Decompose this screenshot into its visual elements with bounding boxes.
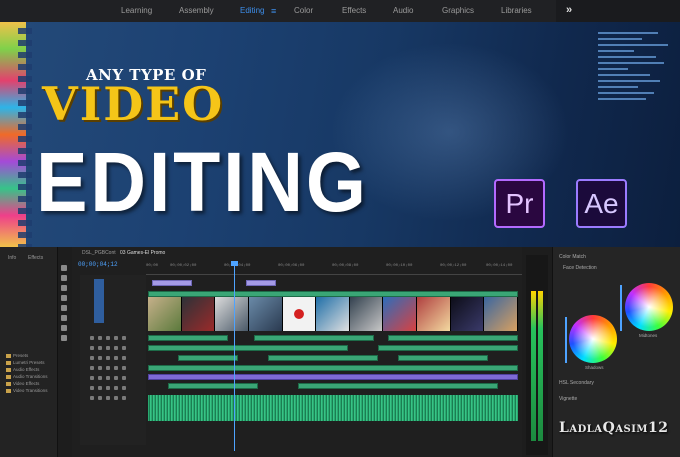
folder-video-effects[interactable]: Video Effects (6, 381, 39, 386)
track-header-a5 (80, 375, 146, 381)
title-clip[interactable] (152, 280, 192, 286)
workspace-bar: Learning Assembly Editing ≡ Color Effect… (0, 0, 680, 22)
track-header-a7 (80, 395, 146, 401)
timecode-display[interactable]: 00;00;04;12 (78, 261, 118, 268)
tab-color[interactable]: Color (294, 0, 313, 22)
audio-clip[interactable] (268, 355, 378, 361)
midtones-label: Midtones (639, 333, 658, 338)
tab-info[interactable]: Info (8, 255, 16, 261)
tab-effects[interactable]: Effects (342, 0, 366, 22)
tab-audio[interactable]: Audio (393, 0, 413, 22)
tab-libraries[interactable]: Libraries (501, 0, 532, 22)
title-clip[interactable] (246, 280, 276, 286)
audio-meter (526, 255, 548, 455)
tab-editing[interactable]: Editing (240, 0, 264, 22)
slip-tool-icon[interactable] (61, 305, 67, 311)
audio-waveform[interactable] (148, 395, 518, 421)
midtones-color-wheel[interactable] (625, 283, 673, 331)
premiere-pro-logo: Pr (494, 179, 545, 228)
tab-effects-panel[interactable]: Effects (28, 255, 43, 261)
folder-audio-transitions[interactable]: Audio Transitions (6, 374, 48, 379)
audio-clip-music[interactable] (148, 374, 518, 380)
shadows-label: Shadows (585, 365, 604, 370)
folder-audio-effects[interactable]: Audio Effects (6, 367, 39, 372)
track-target-v1[interactable] (94, 279, 104, 323)
folder-lumetri-presets[interactable]: Lumetri Presets (6, 360, 45, 365)
folder-presets[interactable]: Presets (6, 353, 28, 358)
audio-clip[interactable] (148, 345, 348, 351)
sequence-tab-2[interactable]: 03 Games-El Promo (120, 250, 165, 256)
selection-tool-icon[interactable] (61, 265, 67, 271)
hsl-secondary-section[interactable]: HSL Secondary (559, 380, 594, 386)
tab-graphics[interactable]: Graphics (442, 0, 474, 22)
audio-clip[interactable] (148, 335, 228, 341)
track-select-tool-icon[interactable] (61, 275, 67, 281)
promo-banner: Any Type of Video EDITING Pr Ae (0, 22, 680, 247)
ruler-tick: 00;00;06;00 (278, 264, 305, 268)
audio-clip[interactable] (168, 383, 258, 389)
effects-panel: Info Effects Presets Lumetri Presets Aud… (0, 247, 58, 457)
shadows-slider[interactable] (565, 317, 567, 363)
double-chevron-right-icon: » (566, 4, 573, 16)
timeline-panel: DSL_PGBCont 03 Games-El Promo 00;00;04;1… (72, 247, 522, 457)
watermark: LadlaQasim12 (559, 420, 669, 436)
ruler-tick: 00;00;02;00 (170, 264, 197, 268)
type-tool-icon[interactable] (61, 335, 67, 341)
track-area[interactable] (148, 275, 518, 445)
code-overlay-decoration (598, 28, 678, 158)
ruler-tick: 00;00 (146, 264, 159, 268)
audio-clip[interactable] (398, 355, 488, 361)
time-ruler[interactable]: 00;00 00;00;02;00 00;00;04;00 00;00;06;0… (146, 263, 522, 275)
audio-clip[interactable] (254, 335, 374, 341)
ruler-tick: 00;00;12;00 (440, 264, 467, 268)
playhead[interactable] (231, 261, 238, 451)
folder-video-transitions[interactable]: Video Transitions (6, 388, 47, 393)
ruler-tick: 00;00;08;00 (332, 264, 359, 268)
ripple-edit-tool-icon[interactable] (61, 285, 67, 291)
pen-tool-icon[interactable] (61, 315, 67, 321)
midtones-slider[interactable] (620, 285, 622, 331)
banner-title-editing: EDITING (36, 135, 369, 229)
track-headers (80, 275, 146, 445)
track-header-a1 (80, 335, 146, 341)
track-header-a2 (80, 345, 146, 351)
vignette-section[interactable]: Vignette (559, 396, 577, 402)
track-header-a3 (80, 355, 146, 361)
audio-clip[interactable] (378, 345, 518, 351)
after-effects-logo: Ae (576, 179, 627, 228)
shadows-color-wheel[interactable] (569, 315, 617, 363)
audio-clip[interactable] (388, 335, 518, 341)
more-workspaces-button[interactable]: » (556, 0, 680, 22)
color-match-heading[interactable]: Color Match (559, 254, 586, 260)
video-clip-thumbnails[interactable] (148, 297, 518, 331)
tab-learning[interactable]: Learning (121, 0, 152, 22)
tab-assembly[interactable]: Assembly (179, 0, 214, 22)
banner-title-video: Video (42, 77, 225, 131)
audio-clip[interactable] (178, 355, 238, 361)
audio-clip[interactable] (148, 365, 518, 371)
face-detection-checkbox[interactable]: Face Detection (563, 265, 597, 271)
menu-icon[interactable]: ≡ (271, 0, 276, 22)
razor-tool-icon[interactable] (61, 295, 67, 301)
ruler-tick: 00;00;10;00 (386, 264, 413, 268)
tools-panel (59, 261, 69, 371)
track-header-a6 (80, 385, 146, 391)
track-header-a4 (80, 365, 146, 371)
audio-clip[interactable] (298, 383, 498, 389)
sequence-tab-1[interactable]: DSL_PGBCont (82, 250, 116, 256)
ruler-tick: 00;00;14;00 (486, 264, 513, 268)
hand-tool-icon[interactable] (61, 325, 67, 331)
